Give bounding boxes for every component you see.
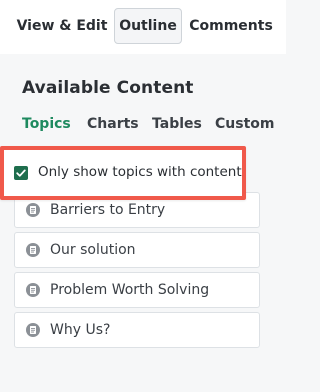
top-tab-bar: View & Edit Outline Comments [0, 0, 286, 54]
document-icon [26, 203, 40, 217]
tab-outline[interactable]: Outline [114, 8, 182, 44]
section-title: Available Content [22, 78, 194, 98]
tab-topics[interactable]: Topics [22, 116, 71, 132]
topic-label: Our solution [50, 242, 136, 258]
topic-list: Barriers to Entry Our solution Problem W… [14, 192, 260, 348]
tab-tables[interactable]: Tables [152, 116, 202, 132]
filter-checkbox-label: Only show topics with content [38, 164, 242, 180]
tab-comments[interactable]: Comments [188, 8, 274, 44]
topic-item-why-us[interactable]: Why Us? [14, 312, 260, 348]
tab-view-edit[interactable]: View & Edit [14, 8, 110, 44]
only-with-content-checkbox[interactable] [14, 166, 28, 180]
tab-charts[interactable]: Charts [87, 116, 139, 132]
tab-custom[interactable]: Custom [215, 116, 274, 132]
document-icon [26, 243, 40, 257]
checkmark-icon [16, 169, 26, 177]
topic-label: Problem Worth Solving [50, 282, 210, 298]
document-icon [26, 323, 40, 337]
topic-item-our-solution[interactable]: Our solution [14, 232, 260, 268]
topic-label: Why Us? [50, 322, 111, 338]
filter-checkbox-row[interactable]: Only show topics with content [0, 146, 246, 200]
topic-label: Barriers to Entry [50, 202, 166, 218]
topic-item-problem-worth-solving[interactable]: Problem Worth Solving [14, 272, 260, 308]
document-icon [26, 283, 40, 297]
